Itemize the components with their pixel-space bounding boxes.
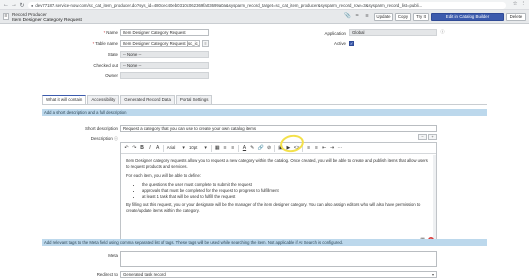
lock-icon: ●: [31, 2, 34, 8]
editor-scrollbar[interactable]: [433, 155, 436, 245]
editor-list: the questions the user must complete to …: [142, 182, 431, 200]
meta-section-banner: Add relevant tags to the Meta field usin…: [42, 239, 487, 246]
unlink-icon[interactable]: ⊘: [267, 145, 272, 152]
tab-generated-record-data[interactable]: Generated Record Data: [120, 95, 175, 104]
owner-label: Owner: [105, 73, 118, 78]
meta-label: Meta: [108, 253, 118, 258]
link-icon[interactable]: 🔗: [258, 145, 264, 152]
table-lookup-icon[interactable]: ≡: [202, 40, 209, 47]
info-icon[interactable]: ⓘ: [439, 29, 446, 36]
checked-out-label: Checked out: [93, 63, 118, 68]
redirect-label: Redirect to: [96, 272, 118, 277]
forward-icon[interactable]: →: [10, 1, 18, 9]
copy-button[interactable]: Copy: [395, 13, 411, 21]
redirect-select[interactable]: Generated task record ▾: [120, 271, 437, 278]
state-select[interactable]: -- None --: [120, 51, 209, 58]
align-left-icon[interactable]: ≡: [223, 145, 228, 152]
name-input[interactable]: Item Designer Category Request: [120, 29, 209, 36]
collapse-icon[interactable]: −: [418, 134, 427, 140]
record-header: ≡ Record Producer Item Designer Category…: [0, 10, 529, 24]
address-bar[interactable]: ● dev77187.service-now.com/sc_cat_item_p…: [28, 1, 506, 9]
bullet-list-icon[interactable]: ≡: [306, 145, 311, 152]
active-checkbox[interactable]: ✓: [349, 41, 354, 46]
star-icon[interactable]: ☆: [513, 1, 518, 7]
editor-paragraph: Item Designer category requests allow yo…: [126, 158, 428, 169]
editor-paragraph: For each item, you will be able to defin…: [126, 172, 201, 178]
table-icon[interactable]: ▦: [215, 145, 220, 152]
redo-icon[interactable]: ↷: [132, 145, 137, 152]
record-form: *Name Item Designer Category Request *Ta…: [0, 24, 529, 279]
owner-input[interactable]: [120, 72, 209, 79]
try-it-button[interactable]: Try It: [413, 13, 429, 21]
description-section-banner: Add a short description and a full descr…: [42, 109, 487, 116]
font-family-select[interactable]: Arial: [167, 145, 179, 151]
back-icon[interactable]: ←: [2, 1, 10, 9]
info-icon[interactable]: ⓘ: [114, 136, 118, 141]
tab-portal-settings[interactable]: Portal Settings: [175, 95, 213, 104]
application-label: Application: [324, 31, 346, 36]
reload-icon[interactable]: ↻: [18, 1, 26, 9]
font-size-select[interactable]: 10pt: [189, 145, 200, 151]
active-label: Active: [334, 41, 346, 46]
undo-icon[interactable]: ↶: [124, 145, 129, 152]
align-center-icon[interactable]: ≡: [230, 145, 235, 152]
attachment-icon[interactable]: 📎: [344, 13, 351, 20]
name-label: *Name: [103, 30, 118, 35]
outdent-icon[interactable]: ⇤: [322, 145, 327, 152]
delete-button[interactable]: Delete: [506, 13, 526, 21]
table-name-select[interactable]: Item Designer Category Request [sc_ic_ca…: [120, 40, 200, 47]
chevron-down-icon: ▾: [182, 144, 185, 151]
edit-catalog-builder-button[interactable]: Edit in Catalog Builder: [431, 13, 504, 21]
meta-textarea[interactable]: [120, 251, 437, 267]
editor-content[interactable]: Item Designer category requests allow yo…: [126, 158, 431, 217]
editor-toolbar: ↶ ↷ B I A Arial ▾ 10pt ▾ ▦ ≡ ≡ A ✎ 🔗 ⊘ ▣…: [121, 143, 436, 154]
short-description-label: Short description: [85, 126, 118, 131]
italic-icon[interactable]: I: [147, 145, 152, 152]
indent-icon[interactable]: ⇥: [330, 145, 335, 152]
context-menu-icon[interactable]: ≡: [3, 13, 9, 20]
tab-what-it-will-contain[interactable]: What it will contain: [42, 95, 87, 104]
tab-divider: [42, 104, 487, 105]
record-type: Record Producer: [12, 12, 47, 17]
browser-toolbar: ← → ↻ ● dev77187.service-now.com/sc_cat_…: [0, 0, 529, 10]
form-tabs: What it will contain Accessibility Gener…: [42, 95, 213, 104]
description-editor[interactable]: ↶ ↷ B I A Arial ▾ 10pt ▾ ▦ ≡ ≡ A ✎ 🔗 ⊘ ▣…: [120, 142, 437, 246]
tab-accessibility[interactable]: Accessibility: [87, 95, 120, 104]
bold-icon[interactable]: B: [140, 145, 145, 152]
text-color-icon[interactable]: A: [242, 145, 247, 152]
update-button[interactable]: Update: [374, 13, 393, 21]
record-name: Item Designer Category Request: [12, 17, 82, 23]
table-name-label: *Table name: [92, 41, 118, 46]
redirect-value: Generated task record: [123, 272, 166, 277]
chevron-down-icon: ▾: [204, 144, 207, 151]
checked-out-select[interactable]: -- None --: [120, 62, 209, 69]
numbered-list-icon[interactable]: ≡: [314, 145, 319, 152]
short-description-input[interactable]: Request a category that you can use to c…: [120, 125, 437, 132]
list-item: at least 1 task that will be used to ful…: [142, 194, 431, 200]
highlight-icon[interactable]: ✎: [250, 145, 255, 152]
url-text: dev77187.service-now.com/sc_cat_item_pro…: [35, 2, 423, 8]
menu-dots-icon[interactable]: ⋮: [521, 1, 527, 7]
more-tools-icon[interactable]: ⋯: [337, 145, 342, 152]
expand-icon[interactable]: +: [428, 134, 437, 140]
state-label: State: [107, 52, 118, 57]
chevron-down-icon: ▾: [431, 272, 434, 277]
application-field: Global: [349, 29, 437, 36]
activity-icon[interactable]: ≈: [354, 13, 360, 20]
font-color-icon[interactable]: A: [155, 145, 160, 152]
settings-icon[interactable]: ≡: [364, 13, 370, 20]
editor-paragraph: By filling out this request, you or your…: [126, 202, 421, 214]
description-label: Description ⓘ: [90, 136, 118, 141]
